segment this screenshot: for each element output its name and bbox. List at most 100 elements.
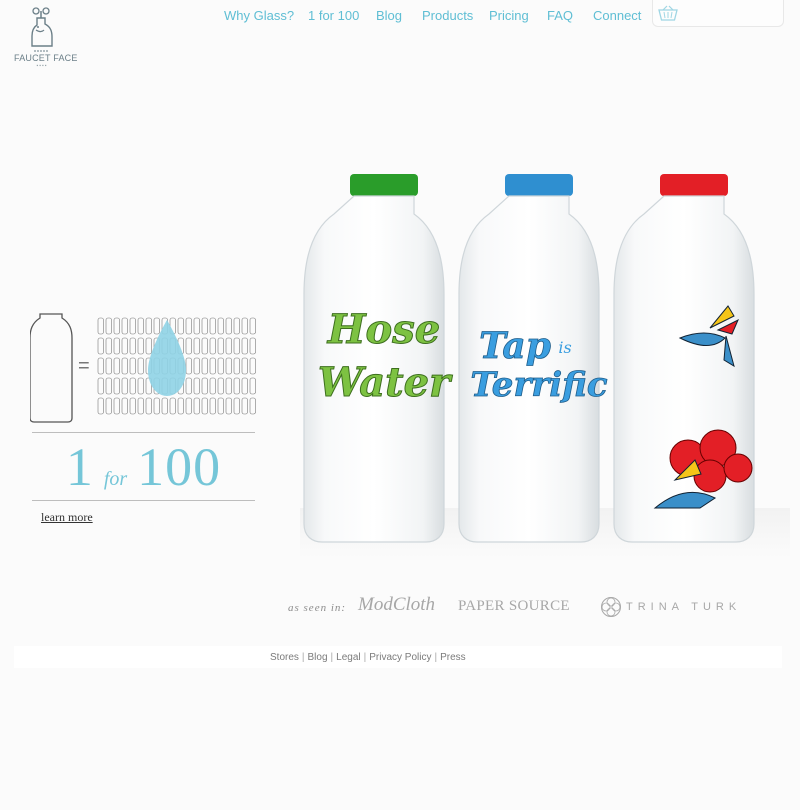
mini-bottle-icon — [137, 317, 144, 335]
mini-bottle-icon — [97, 337, 104, 355]
mini-bottle-icon — [201, 317, 208, 335]
learn-more-link[interactable]: learn more — [41, 510, 93, 525]
mini-bottle-icon — [217, 357, 224, 375]
mini-bottle-icon — [177, 317, 184, 335]
mini-bottle-icon — [97, 317, 104, 335]
promo-for: for — [103, 468, 128, 490]
mini-bottle-icon — [249, 337, 256, 355]
mini-bottle-icon — [249, 357, 256, 375]
nav-pricing[interactable]: Pricing — [489, 8, 529, 23]
promo-hundred: 100 — [137, 437, 222, 497]
bottle-label-line-3: Terrific — [470, 365, 607, 405]
product-bottles-image[interactable]: Hose Water Tap is Terrific — [300, 168, 790, 568]
mini-bottle-icon — [185, 397, 192, 415]
mini-bottle-icon — [193, 377, 200, 395]
mini-bottle-icon — [217, 317, 224, 335]
bottle-hose-water: Hose Water — [303, 174, 454, 543]
mini-bottle-icon — [161, 397, 168, 415]
mini-bottle-icon — [209, 377, 216, 395]
footer-link-legal[interactable]: Legal — [336, 652, 360, 663]
mini-bottle-icon — [121, 317, 128, 335]
mini-bottle-icon — [97, 377, 104, 395]
footer-separator: | — [330, 652, 334, 663]
mini-bottle-icon — [153, 317, 160, 335]
nav-connect[interactable]: Connect — [593, 8, 641, 23]
brand-logo[interactable]: FAUCET FACE ▪▪▪▪ — [14, 6, 77, 76]
modcloth-logo: ModCloth — [358, 594, 436, 615]
mini-bottle-icon — [129, 337, 136, 355]
mini-bottle-icon — [233, 397, 240, 415]
mini-bottle-icon — [225, 337, 232, 355]
mini-bottle-icon — [105, 357, 112, 375]
mini-bottle-icon — [249, 377, 256, 395]
footer-link-blog[interactable]: Blog — [308, 652, 328, 663]
mini-bottle-icon — [97, 397, 104, 415]
mini-bottle-icon — [233, 337, 240, 355]
trina-turk-emblem-icon — [601, 597, 621, 617]
mini-bottle-icon — [209, 337, 216, 355]
mini-bottle-icon — [129, 317, 136, 335]
mini-bottle-icon — [249, 397, 256, 415]
one-for-100-heading: 1 for 100 — [32, 436, 255, 498]
mini-bottle-icon — [193, 357, 200, 375]
bottle-hummingbird — [613, 174, 755, 543]
footer: Stores | Blog | Legal | Privacy Policy | Press — [14, 646, 782, 668]
mini-bottle-icon — [241, 337, 248, 355]
nav-blog[interactable]: Blog — [376, 8, 402, 23]
mini-bottle-icon — [97, 357, 104, 375]
mini-bottle-icon — [121, 357, 128, 375]
equals-sign: = — [78, 355, 90, 377]
nav-why-glass[interactable]: Why Glass? — [224, 8, 294, 23]
mini-bottle-icon — [105, 337, 112, 355]
footer-link-stores[interactable]: Stores — [270, 652, 299, 663]
mini-bottle-icon — [217, 337, 224, 355]
mini-bottle-icon — [225, 357, 232, 375]
mini-bottle-icon — [225, 377, 232, 395]
one-for-one-hundred-graphic: = — [29, 310, 260, 430]
single-bottle-icon — [29, 313, 73, 423]
mini-bottle-icon — [137, 357, 144, 375]
mini-bottle-icon — [201, 337, 208, 355]
mini-bottle-icon — [129, 397, 136, 415]
mini-bottle-icon — [177, 397, 184, 415]
mini-bottle-icon — [241, 357, 248, 375]
mini-bottle-icon — [137, 337, 144, 355]
mini-bottle-icon — [201, 357, 208, 375]
footer-link-privacy-policy[interactable]: Privacy Policy — [369, 652, 431, 663]
mini-bottle-icon — [241, 317, 248, 335]
mini-bottle-icon — [113, 397, 120, 415]
mini-bottle-icon — [185, 357, 192, 375]
mini-bottle-icon — [105, 317, 112, 335]
cart-button[interactable] — [652, 0, 784, 27]
mini-bottle-icon — [113, 357, 120, 375]
mini-bottle-icon — [225, 317, 232, 335]
as-seen-in-label: as seen in: — [288, 602, 347, 614]
paper-source-logo: PAPER SOURCE — [458, 598, 570, 614]
mini-bottle-icon — [233, 377, 240, 395]
mini-bottle-icon — [113, 317, 120, 335]
nav-faq[interactable]: FAQ — [547, 8, 573, 23]
bottle-tap-is-terrific: Tap is Terrific — [458, 174, 608, 543]
press-logos: as seen in: ModCloth PAPER SOURCE TRINA … — [288, 592, 768, 622]
mini-bottle-icon — [193, 317, 200, 335]
promo-one: 1 — [65, 437, 94, 497]
mini-bottle-icon — [233, 357, 240, 375]
mini-bottle-icon — [145, 317, 152, 335]
mini-bottle-icon — [105, 377, 112, 395]
bottle-cap — [505, 174, 573, 196]
footer-link-press[interactable]: Press — [440, 652, 466, 663]
bottle-label-line-1: Hose — [327, 306, 440, 353]
mini-bottle-icon — [185, 317, 192, 335]
bottle-label-line-2: Water — [318, 359, 453, 406]
bottle-cap — [350, 174, 418, 196]
mini-bottle-icon — [209, 397, 216, 415]
shopping-basket-icon — [658, 5, 678, 21]
mini-bottle-icon — [209, 317, 216, 335]
bottle-label-line-1: Tap — [479, 325, 551, 367]
brand-mark-dots: ▪▪▪▪ — [36, 63, 48, 69]
nav-products[interactable]: Products — [422, 8, 473, 23]
mini-bottle-icon — [129, 357, 136, 375]
mini-bottle-icon — [113, 337, 120, 355]
nav-1-for-100[interactable]: 1 for 100 — [308, 8, 359, 23]
mini-bottle-icon — [121, 377, 128, 395]
